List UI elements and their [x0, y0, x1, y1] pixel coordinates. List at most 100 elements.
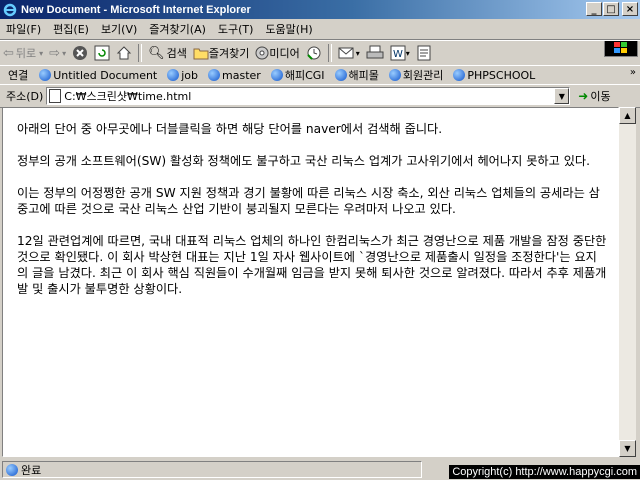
address-value: C:₩스크린샷₩time.html: [64, 90, 192, 103]
menu-file[interactable]: 파일(F): [0, 21, 47, 37]
copyright-watermark: Copyright(c) http://www.happycgi.com: [449, 465, 640, 479]
go-arrow-icon: ➜: [578, 89, 589, 103]
content-paragraph: 12일 관련업계에 따르면, 국내 대표적 리눅스 업체의 하나인 한컴리눅스가…: [17, 234, 607, 296]
content-paragraph: 정부의 공개 소프트웨어(SW) 활성화 정책에도 불구하고 국산 리눅스 업계…: [17, 154, 591, 168]
close-icon: ×: [625, 3, 635, 15]
scroll-down-button[interactable]: ▼: [619, 440, 636, 457]
status-pane: 완료: [2, 461, 422, 478]
back-arrow-icon: ⇦: [3, 45, 14, 61]
link-label: 해피몰: [348, 69, 379, 82]
link-label: Untitled Document: [53, 68, 158, 82]
search-button[interactable]: 🔍︎ 검색: [145, 42, 190, 64]
media-icon: [255, 46, 269, 60]
media-button[interactable]: 미디어: [252, 42, 302, 64]
links-bar: 연결 Untitled Document job master 해피CGI 해피…: [0, 65, 640, 85]
favorites-button[interactable]: 즐겨찾기: [190, 42, 252, 64]
arrow-down-icon: ▼: [624, 444, 631, 453]
close-button[interactable]: ×: [622, 2, 638, 16]
link-label: 해피CGI: [284, 69, 325, 82]
standard-toolbar: ⇦ 뒤로 ▾ ⇨ ▾ 🔍︎ 검색 즐겨찾기 미디어 ▾ W ▾: [0, 40, 640, 66]
word-edit-icon: W: [390, 45, 406, 61]
address-dropdown-button[interactable]: ▼: [554, 88, 570, 104]
ie-page-icon: [208, 69, 221, 81]
link-label: 회원관리: [402, 69, 444, 82]
history-icon: [307, 46, 321, 60]
printer-icon: [366, 45, 384, 59]
back-label: 뒤로: [15, 47, 37, 60]
ie-page-icon: [6, 463, 18, 476]
refresh-button[interactable]: [91, 42, 113, 64]
history-button[interactable]: [303, 42, 325, 64]
mail-dropdown-icon: ▾: [355, 48, 360, 58]
menu-help[interactable]: 도움말(H): [259, 21, 318, 37]
ie-page-icon: [167, 69, 180, 81]
menu-tools[interactable]: 도구(T): [212, 21, 260, 37]
ie-logo-icon: [3, 3, 17, 16]
print-button[interactable]: [363, 42, 387, 64]
status-text: 완료: [21, 463, 42, 477]
chevron-more-icon[interactable]: »: [630, 67, 636, 78]
chevron-down-icon: ▼: [558, 91, 565, 101]
edit-button[interactable]: W ▾: [387, 42, 413, 64]
link-label: job: [181, 68, 199, 82]
status-bar: 완료 Copyright(c) http://www.happycgi.com: [0, 459, 640, 480]
content-paragraph: 아래의 단어 중 아무곳에나 더블클릭을 하면 해당 단어를 naver에서 검…: [17, 122, 443, 136]
back-dropdown-icon: ▾: [39, 48, 44, 58]
home-icon: [116, 46, 132, 60]
ie-page-icon: [270, 69, 283, 81]
scroll-up-button[interactable]: ▲: [619, 107, 636, 124]
link-item[interactable]: PHPSCHOOL: [448, 69, 540, 82]
maximize-icon: □: [606, 3, 616, 15]
link-item[interactable]: master: [203, 69, 266, 82]
menu-edit[interactable]: 편집(E): [47, 21, 95, 37]
vertical-scrollbar[interactable]: ▲ ▼: [619, 107, 636, 457]
go-button[interactable]: ➜ 이동: [574, 88, 614, 104]
toolbar-separator: [138, 44, 143, 62]
toolbar-separator: [327, 44, 332, 62]
menu-view[interactable]: 보기(V): [95, 21, 143, 37]
link-item[interactable]: job: [162, 69, 203, 82]
arrow-up-icon: ▲: [624, 111, 631, 120]
mail-icon: [338, 47, 354, 59]
discuss-button[interactable]: [413, 42, 435, 64]
media-label: 미디어: [269, 47, 300, 60]
minimize-button[interactable]: _: [586, 2, 602, 16]
title-bar: New Document - Microsoft Internet Explor…: [0, 0, 640, 19]
link-item[interactable]: 회원관리: [384, 67, 448, 83]
favorites-label: 즐겨찾기: [208, 47, 250, 60]
minimize-icon: _: [591, 3, 597, 15]
links-label: 연결: [8, 69, 29, 82]
address-bar: 주소(D) C:₩스크린샷₩time.html ▼ ➜ 이동: [0, 84, 640, 108]
forward-dropdown-icon: ▾: [62, 48, 67, 58]
refresh-icon: [94, 45, 110, 61]
link-label: master: [222, 68, 261, 82]
link-label: PHPSCHOOL: [467, 68, 536, 82]
favorites-folder-icon: [193, 48, 209, 60]
content-paragraph: 이는 정부의 어정쩡한 공개 SW 지원 정책과 경기 불황에 따른 리눅스 시…: [17, 186, 600, 216]
ie-page-icon: [334, 69, 347, 81]
search-icon: 🔍︎: [148, 45, 165, 61]
ie-page-icon: [39, 69, 52, 81]
mail-button[interactable]: ▾: [335, 42, 363, 64]
edit-dropdown-icon: ▾: [405, 48, 410, 58]
stop-icon: [73, 46, 88, 60]
back-button[interactable]: ⇦ 뒤로 ▾: [0, 42, 46, 64]
maximize-button[interactable]: □: [603, 2, 619, 16]
discuss-icon: [417, 45, 431, 61]
page-icon: [49, 89, 62, 103]
menu-favorites[interactable]: 즐겨찾기(A): [143, 21, 212, 37]
menu-bar: 파일(F) 편집(E) 보기(V) 즐겨찾기(A) 도구(T) 도움말(H): [0, 19, 640, 57]
page-content: 아래의 단어 중 아무곳에나 더블클릭을 하면 해당 단어를 naver에서 검…: [2, 107, 619, 457]
svg-text:W: W: [393, 49, 403, 60]
link-item[interactable]: 해피CGI: [266, 67, 330, 83]
ie-page-icon: [388, 69, 401, 81]
link-item[interactable]: Untitled Document: [34, 69, 162, 82]
address-input[interactable]: C:₩스크린샷₩time.html ▼: [46, 87, 571, 105]
search-label: 검색: [166, 47, 187, 60]
link-item[interactable]: 해피몰: [330, 67, 384, 83]
forward-button[interactable]: ⇨ ▾: [46, 42, 69, 64]
home-button[interactable]: [113, 42, 135, 64]
window-title: New Document - Microsoft Internet Explor…: [21, 3, 251, 16]
address-label: 주소(D): [6, 90, 44, 103]
stop-button[interactable]: [69, 42, 91, 64]
